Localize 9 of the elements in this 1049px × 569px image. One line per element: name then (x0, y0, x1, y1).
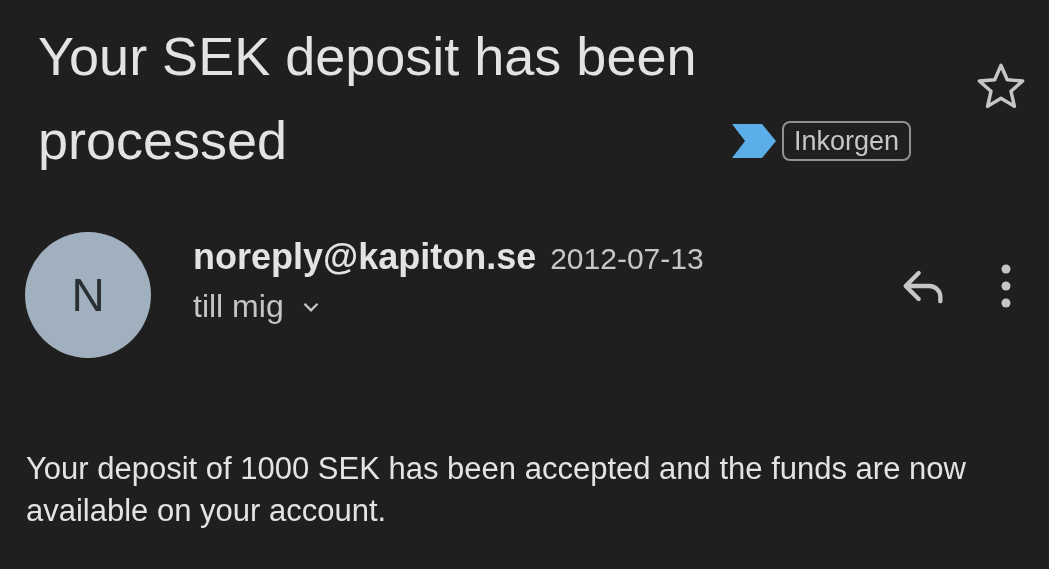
sender-address: noreply@kapiton.se (193, 236, 537, 278)
email-date: 2012-07-13 (550, 242, 704, 276)
email-body: Your deposit of 1000 SEK has been accepted and the funds are now available on your account. (26, 450, 967, 530)
importance-marker-icon[interactable] (732, 124, 776, 158)
sender-avatar: N (25, 232, 151, 358)
recipient-toggle[interactable]: till mig (193, 288, 324, 325)
inbox-label[interactable]: Inkorgen (782, 121, 912, 161)
email-subject: Your SEK deposit has been processed (38, 25, 698, 172)
more-icon[interactable] (1001, 264, 1011, 308)
